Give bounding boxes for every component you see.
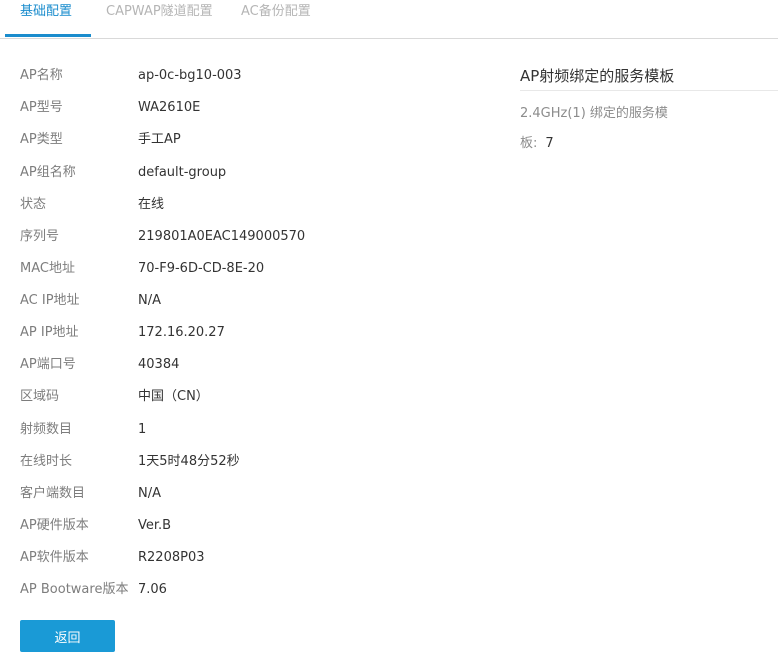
tab-ac-backup-config[interactable]: AC备份配置 [241, 0, 311, 36]
panel-title: AP射频绑定的服务模板 [520, 62, 778, 91]
back-button[interactable]: 返回 [20, 620, 115, 652]
info-value: 中国（CN） [138, 389, 209, 404]
info-value: 1 [138, 422, 147, 437]
tab-basic-config[interactable]: 基础配置 [20, 0, 72, 36]
info-label: 在线时长 [20, 454, 73, 469]
info-value: 手工AP [138, 132, 181, 147]
info-value: WA2610E [138, 100, 201, 115]
info-label: AP Bootware版本 [20, 582, 129, 597]
info-label: 序列号 [20, 229, 60, 244]
info-value: ap-0c-bg10-003 [138, 68, 242, 83]
info-value: 7.06 [138, 582, 167, 597]
info-label: AP名称 [20, 68, 63, 83]
radio-binding-label: 2.4GHz(1) 绑定的服务模板: [520, 106, 668, 151]
tab-bar: 基础配置 CAPWAP隧道配置 AC备份配置 [0, 0, 778, 39]
info-value: default-group [138, 165, 227, 180]
info-value: 在线 [138, 197, 165, 212]
info-label: AP硬件版本 [20, 518, 89, 533]
radio-binding-item: 2.4GHz(1) 绑定的服务模板: 7 [520, 99, 700, 159]
info-label: AP IP地址 [20, 325, 79, 340]
info-value: N/A [138, 486, 161, 501]
info-label: AP组名称 [20, 165, 76, 180]
info-label: AP软件版本 [20, 550, 89, 565]
info-value: 219801A0EAC149000570 [138, 229, 306, 244]
info-value: 40384 [138, 357, 180, 372]
info-label: 区域码 [20, 389, 60, 404]
info-label: AC IP地址 [20, 293, 80, 308]
info-label: MAC地址 [20, 261, 75, 276]
info-value: N/A [138, 293, 161, 308]
tab-capwap-tunnel-config[interactable]: CAPWAP隧道配置 [106, 0, 213, 36]
radio-service-template-panel: AP射频绑定的服务模板 2.4GHz(1) 绑定的服务模板: 7 [520, 62, 778, 159]
info-label: AP类型 [20, 132, 63, 147]
info-value: R2208P03 [138, 550, 205, 565]
info-label: AP端口号 [20, 357, 76, 372]
info-value: 1天5时48分52秒 [138, 454, 240, 469]
info-value: 70-F9-6D-CD-8E-20 [138, 261, 265, 276]
info-label: 射频数目 [20, 422, 73, 437]
active-tab-indicator [5, 34, 91, 37]
info-value: 172.16.20.27 [138, 325, 225, 340]
info-label: AP型号 [20, 100, 63, 115]
radio-binding-value: 7 [545, 136, 554, 151]
info-label: 状态 [20, 197, 47, 212]
info-label: 客户端数目 [20, 486, 86, 501]
info-value: Ver.B [138, 518, 172, 533]
